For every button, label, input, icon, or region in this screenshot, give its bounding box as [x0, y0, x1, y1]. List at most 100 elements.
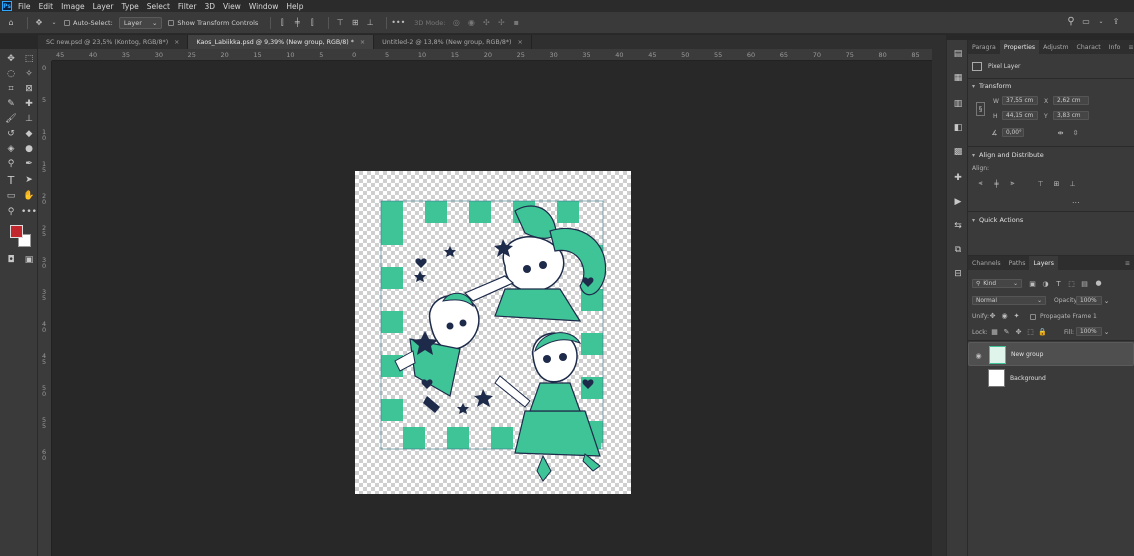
unify-visibility-icon[interactable]: ◉ — [1000, 311, 1009, 320]
menu-edit[interactable]: Edit — [39, 2, 54, 11]
width-field[interactable]: 37,55 cm — [1002, 96, 1038, 105]
align-middle-vertical-icon[interactable]: ⊞ — [1052, 179, 1061, 188]
align-top-icon[interactable]: ⊤ — [1036, 179, 1045, 188]
chevron-down-icon[interactable]: ⌄ — [1096, 16, 1106, 26]
navigator-panel-icon[interactable]: ⊟ — [952, 268, 964, 280]
flip-horizontal-icon[interactable]: ⇹ — [1056, 128, 1065, 137]
auto-select-checkbox[interactable]: Auto-Select: — [64, 19, 113, 27]
artboard-tool-icon[interactable]: ⬚ — [22, 52, 36, 66]
tab-channels[interactable]: Channels — [968, 256, 1005, 270]
flip-vertical-icon[interactable]: ⇳ — [1071, 128, 1080, 137]
checkbox-box[interactable] — [168, 19, 175, 26]
filter-pixel-icon[interactable]: ▣ — [1028, 279, 1037, 288]
foreground-color-swatch[interactable] — [10, 225, 23, 238]
close-icon[interactable]: × — [360, 39, 365, 46]
eye-visibility-icon[interactable]: ◉ — [974, 351, 983, 360]
filter-smart-object-icon[interactable]: ▤ — [1080, 279, 1089, 288]
lock-image-pixels-icon[interactable]: ✎ — [1002, 327, 1011, 336]
move-tool-icon[interactable]: ✥ — [4, 52, 18, 66]
quick-actions-section-header[interactable]: ▾ Quick Actions — [972, 216, 1023, 224]
align-top-edges-icon[interactable]: ⊤ — [335, 18, 345, 28]
panel-menu-icon[interactable]: ≡ — [1121, 256, 1134, 270]
lock-transparency-icon[interactable]: ▦ — [990, 327, 999, 336]
chevron-down-icon[interactable]: ⌄ — [49, 18, 59, 28]
menu-layer[interactable]: Layer — [93, 2, 114, 11]
unify-style-icon[interactable]: ✦ — [1012, 311, 1021, 320]
align-right-edges-icon[interactable]: ⫿ — [307, 18, 317, 28]
y-position-field[interactable]: 3,83 cm — [1053, 111, 1089, 120]
tab-properties[interactable]: Properties — [999, 40, 1040, 54]
patterns-panel-icon[interactable]: ▩ — [952, 146, 964, 158]
menu-type[interactable]: Type — [122, 2, 139, 11]
menu-help[interactable]: Help — [286, 2, 303, 11]
more-options-icon[interactable]: ••• — [391, 18, 405, 28]
opacity-field[interactable]: 100% — [1076, 296, 1102, 305]
close-icon[interactable]: × — [174, 39, 179, 46]
layer-filter-dropdown[interactable]: ⚲ Kind ⌄ — [972, 279, 1022, 288]
tab-paragraph[interactable]: Paragra — [968, 40, 1000, 54]
healing-brush-tool-icon[interactable]: ✚ — [22, 97, 36, 111]
align-distribute-section-header[interactable]: ▾ Align and Distribute — [972, 151, 1044, 159]
height-field[interactable]: 44,15 cm — [1002, 111, 1038, 120]
scale-3d-icon[interactable]: ▪ — [511, 18, 521, 28]
history-panel-icon[interactable]: ▤ — [952, 48, 964, 60]
lock-all-icon[interactable]: 🔒 — [1038, 327, 1047, 336]
filter-adjustment-icon[interactable]: ◑ — [1041, 279, 1050, 288]
hand-tool-icon[interactable]: ✋ — [22, 189, 36, 203]
document-canvas[interactable] — [355, 171, 631, 494]
align-left-icon[interactable]: ⫷ — [976, 179, 985, 188]
menu-image[interactable]: Image — [61, 2, 85, 11]
paint-bucket-tool-icon[interactable]: ◈ — [4, 142, 18, 156]
auto-select-dropdown[interactable]: Layer ⌄ — [118, 16, 163, 29]
align-right-icon[interactable]: ⫸ — [1008, 179, 1017, 188]
menu-view[interactable]: View — [223, 2, 241, 11]
checkbox-box[interactable] — [64, 19, 70, 26]
menu-window[interactable]: Window — [249, 2, 279, 11]
fill-field[interactable]: 100% — [1076, 327, 1102, 336]
workspace-icon[interactable]: ▭ — [1081, 16, 1091, 26]
search-icon[interactable]: ⚲ — [1066, 16, 1076, 27]
move-tool-icon[interactable]: ✥ — [34, 18, 44, 28]
show-transform-controls-checkbox[interactable]: Show Transform Controls — [168, 19, 258, 27]
vertical-scrollbar[interactable] — [932, 49, 946, 556]
edit-toolbar-icon[interactable]: ••• — [21, 205, 37, 219]
zoom-tool-icon[interactable]: ⚲ — [4, 205, 18, 219]
align-horizontal-centers-icon[interactable]: ╪ — [292, 18, 302, 28]
brush-tool-icon[interactable]: 🖌 — [4, 112, 18, 126]
clone-stamp-tool-icon[interactable]: ⊥ — [22, 112, 36, 126]
filter-type-icon[interactable]: T — [1054, 279, 1063, 288]
roll-3d-icon[interactable]: ◉ — [466, 18, 476, 28]
align-bottom-icon[interactable]: ⊥ — [1068, 179, 1077, 188]
slide-3d-icon[interactable]: ✢ — [496, 18, 506, 28]
libraries-panel-icon[interactable]: ▥ — [952, 98, 964, 110]
dodge-tool-icon[interactable]: ⚲ — [4, 157, 18, 171]
tab-sc-new[interactable]: SC new.psd @ 23,5% (Kontog, RGB/8*) × — [38, 35, 189, 49]
layer-row-background[interactable]: Background — [968, 366, 1134, 390]
tab-layers[interactable]: Layers — [1029, 256, 1058, 270]
eyedropper-tool-icon[interactable]: ✎ — [4, 97, 18, 111]
rectangle-tool-icon[interactable]: ▭ — [4, 189, 18, 203]
chevron-down-icon[interactable]: ⌄ — [1102, 327, 1111, 336]
eraser-tool-icon[interactable]: ◆ — [22, 127, 36, 141]
tab-adjustments[interactable]: Adjustm — [1039, 40, 1072, 54]
history-brush-tool-icon[interactable]: ↺ — [4, 127, 18, 141]
type-tool-icon[interactable]: T — [4, 173, 18, 187]
link-icon[interactable]: § — [976, 102, 985, 116]
quick-mask-icon[interactable]: ◘ — [4, 253, 18, 267]
angle-field[interactable]: 0,00° — [1002, 128, 1024, 137]
frame-tool-icon[interactable]: ⊠ — [22, 82, 36, 96]
horizontal-ruler[interactable]: 45 40 35 30 25 20 15 10 5 0 5 10 15 20 25 30 35 40 45 50 55 6… — [52, 49, 932, 61]
blur-tool-icon[interactable]: ● — [22, 142, 36, 156]
transform-section-header[interactable]: ▾ Transform — [972, 82, 1011, 90]
swatches-panel-icon[interactable]: ▦ — [952, 72, 964, 84]
tool-presets-icon[interactable]: ⧉ — [952, 244, 964, 256]
lasso-tool-icon[interactable]: ◌ — [4, 67, 18, 81]
align-center-horizontal-icon[interactable]: ╪ — [992, 179, 1001, 188]
orbit-3d-icon[interactable]: ◎ — [451, 18, 461, 28]
lock-position-icon[interactable]: ✥ — [1014, 327, 1023, 336]
x-position-field[interactable]: 2,62 cm — [1053, 96, 1089, 105]
chevron-down-icon[interactable]: ⌄ — [1102, 296, 1111, 305]
share-icon[interactable]: ⇪ — [1111, 16, 1121, 26]
panel-menu-icon[interactable]: ≡ — [1124, 40, 1134, 54]
filter-shape-icon[interactable]: ⬚ — [1067, 279, 1076, 288]
